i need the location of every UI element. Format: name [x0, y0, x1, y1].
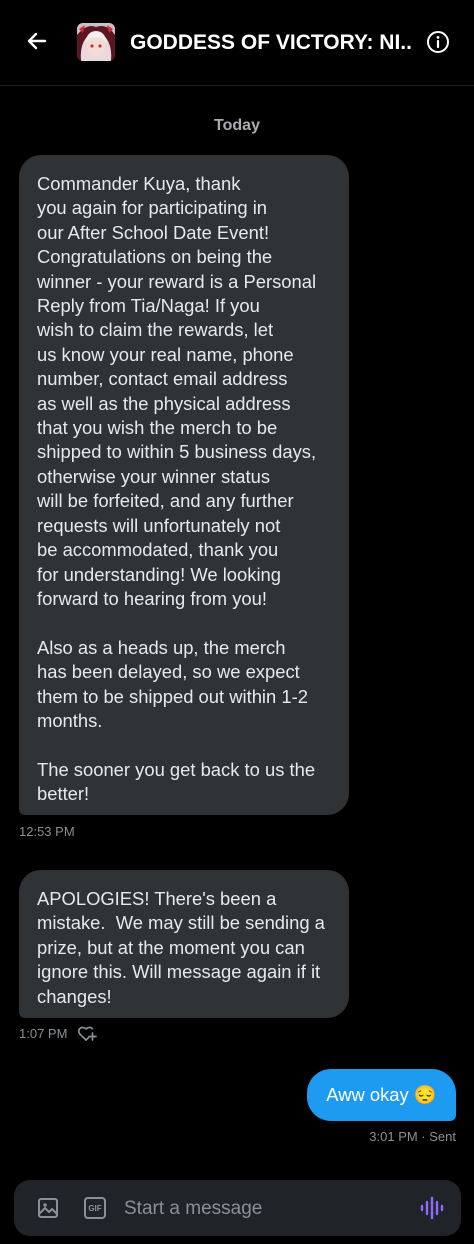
info-button[interactable]: [423, 27, 453, 57]
voice-message-icon[interactable]: [419, 1195, 445, 1221]
received-message-bubble[interactable]: Commander Kuya, thank you again for part…: [19, 155, 349, 815]
profile-picture-icon: [77, 23, 115, 61]
avatar[interactable]: [77, 23, 115, 61]
image-icon[interactable]: [36, 1196, 60, 1220]
message-timestamp: 3:01 PM · Sent: [369, 1129, 456, 1144]
add-reaction-icon[interactable]: [77, 1024, 97, 1044]
received-message-bubble[interactable]: APOLOGIES! There's been a mistake. We ma…: [19, 870, 349, 1018]
message-timestamp: 1:07 PM: [19, 1026, 68, 1041]
gif-button[interactable]: GIF: [84, 1197, 106, 1219]
message-timestamp: 12:53 PM: [19, 824, 75, 839]
back-button[interactable]: [22, 26, 52, 56]
message-input[interactable]: [122, 1190, 396, 1228]
info-circle-icon: [427, 31, 449, 53]
date-separator: Today: [214, 117, 260, 134]
conversation-title[interactable]: GODDESS OF VICTORY: NI...: [130, 28, 412, 58]
conversation-header: GODDESS OF VICTORY: NI...: [0, 0, 474, 86]
message-composer: GIF: [14, 1180, 461, 1236]
sent-message-bubble[interactable]: Aww okay 😔: [307, 1069, 456, 1121]
arrow-left-icon: [27, 32, 47, 50]
